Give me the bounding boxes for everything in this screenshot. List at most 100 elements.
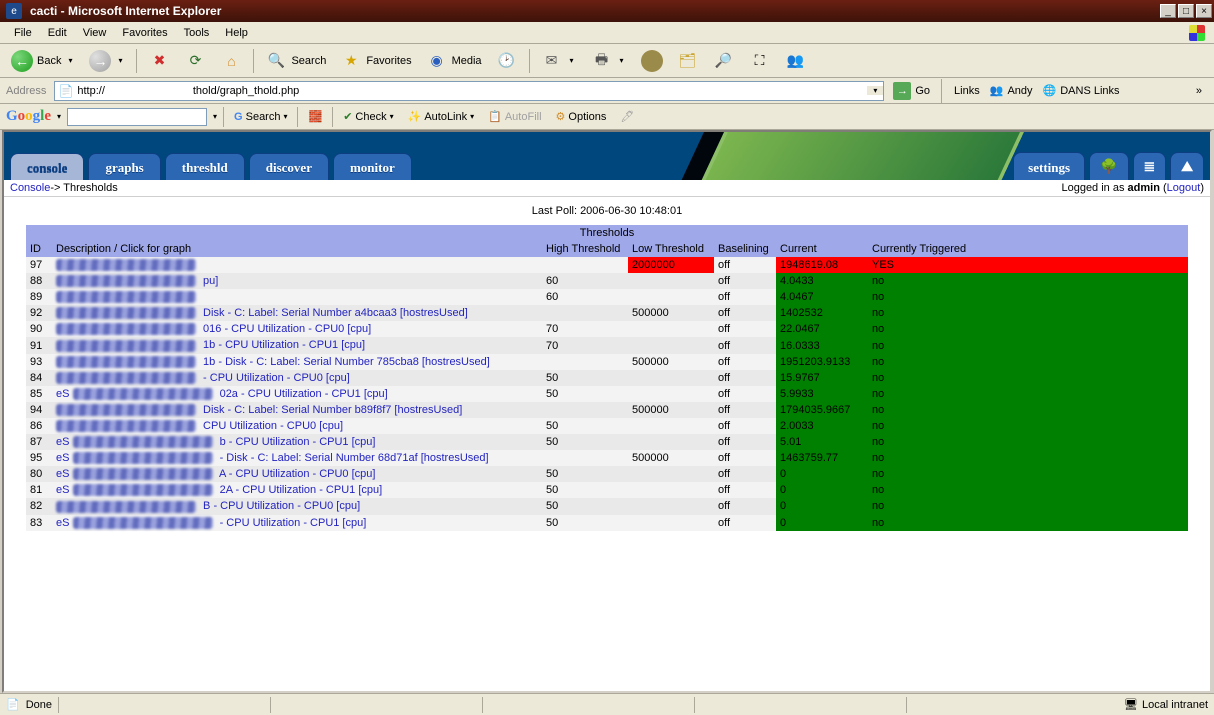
row-link[interactable]: 1b - CPU Utilization - CPU1 [cpu]	[56, 339, 365, 351]
chevron-down-icon[interactable]: ▾	[390, 112, 394, 121]
chevron-down-icon[interactable]: ▾	[283, 112, 287, 121]
mail-dropdown-icon[interactable]: ▾	[567, 56, 577, 65]
link-andy[interactable]: 👥Andy	[990, 84, 1033, 97]
history-button[interactable]: 🕑	[491, 48, 523, 74]
research-button[interactable]: 🔎	[708, 48, 740, 74]
go-button[interactable]: → Go	[888, 81, 935, 101]
row-link[interactable]: 1b - Disk - C: Label: Serial Number 785c…	[56, 356, 490, 368]
row-link[interactable]: eS - CPU Utilization - CPU1 [cpu]	[56, 517, 366, 529]
security-zone[interactable]: 🖥 Local intranet	[1124, 698, 1208, 711]
maximize-button[interactable]: □	[1178, 4, 1194, 18]
google-blocker-button[interactable]: 🧱	[304, 107, 326, 127]
cell-current: 15.9767	[776, 370, 868, 386]
minimize-button[interactable]: _	[1160, 4, 1176, 18]
links-more-icon[interactable]: »	[1190, 85, 1208, 97]
tab-tree-icon[interactable]: 🌳	[1089, 152, 1128, 180]
menu-file[interactable]: File	[6, 25, 40, 41]
row-link[interactable]: 016 - CPU Utilization - CPU0 [cpu]	[56, 323, 371, 335]
google-autolink-button[interactable]: ✨AutoLink▾	[404, 107, 479, 127]
menu-view[interactable]: View	[75, 25, 115, 41]
row-link[interactable]: eS 2A - CPU Utilization - CPU1 [cpu]	[56, 484, 382, 496]
col-trig[interactable]: Currently Triggered	[868, 241, 1188, 257]
tab-graphs[interactable]: graphs	[88, 153, 160, 180]
google-highlight-button[interactable]: 🖊	[616, 107, 638, 127]
google-options-button[interactable]: ⚙Options	[552, 107, 611, 127]
row-link[interactable]: - CPU Utilization - CPU0 [cpu]	[56, 372, 350, 384]
menu-help[interactable]: Help	[217, 25, 256, 41]
google-menu-dropdown-icon[interactable]: ▾	[57, 112, 61, 121]
print-button[interactable]: 🖶▾	[586, 48, 632, 74]
menu-favorites[interactable]: Favorites	[114, 25, 175, 41]
row-link[interactable]: eS A - CPU Utilization - CPU0 [cpu]	[56, 468, 375, 480]
cell-desc: 1b - CPU Utilization - CPU1 [cpu]	[52, 337, 542, 353]
link-dans[interactable]: 🌐DANS Links	[1043, 84, 1120, 97]
row-link[interactable]: CPU Utilization - CPU0 [cpu]	[56, 420, 343, 432]
tab-preview-icon[interactable]: ⛰	[1170, 152, 1204, 180]
stop-button[interactable]: ✖	[143, 48, 175, 74]
row-link[interactable]	[56, 259, 200, 271]
google-search-button[interactable]: GSearch▾	[230, 107, 291, 127]
cell-triggered: no	[868, 273, 1188, 289]
col-id[interactable]: ID	[26, 241, 52, 257]
tab-discover[interactable]: discover	[249, 153, 329, 180]
home-button[interactable]: ⌂	[215, 48, 247, 74]
col-cur[interactable]: Current	[776, 241, 868, 257]
row-link[interactable]: B - CPU Utilization - CPU0 [cpu]	[56, 500, 360, 512]
messenger-button[interactable]: 👥	[780, 48, 812, 74]
browser-viewport[interactable]: console graphs threshld discover monitor…	[2, 130, 1212, 693]
back-dropdown-icon[interactable]: ▾	[65, 56, 75, 65]
mail-icon: ✉	[541, 50, 563, 72]
media-button[interactable]: ◉Media	[421, 48, 487, 74]
row-link[interactable]: Disk - C: Label: Serial Number a4bcaa3 […	[56, 307, 468, 319]
google-logo[interactable]: Google	[6, 108, 51, 125]
redacted-text	[73, 452, 213, 464]
cell-desc: eS b - CPU Utilization - CPU1 [cpu]	[52, 434, 542, 450]
breadcrumb-console-link[interactable]: Console	[10, 182, 50, 194]
tab-list-icon[interactable]: ≣	[1133, 152, 1167, 180]
edit-button[interactable]	[636, 48, 668, 74]
favorites-button[interactable]: ★Favorites	[335, 48, 416, 74]
discuss-button[interactable]: 🗂	[672, 48, 704, 74]
menu-tools[interactable]: Tools	[176, 25, 218, 41]
tab-console[interactable]: console	[10, 153, 84, 180]
address-dropdown-icon[interactable]: ▾	[867, 86, 883, 95]
tab-threshld[interactable]: threshld	[165, 153, 245, 180]
search-label: Search	[291, 55, 326, 67]
browser-toolbar: ← Back ▾ → ▾ ✖ ⟳ ⌂ 🔍Search ★Favorites ◉M…	[0, 44, 1214, 78]
row-link[interactable]: eS b - CPU Utilization - CPU1 [cpu]	[56, 436, 375, 448]
col-bl[interactable]: Baselining	[714, 241, 776, 257]
redacted-text	[56, 259, 196, 271]
breadcrumb-rest: -> Thresholds	[50, 182, 117, 194]
address-box[interactable]: 📄 ▾	[54, 81, 884, 101]
google-check-button[interactable]: ✔Check▾	[339, 107, 397, 127]
google-autofill-button[interactable]: 📋AutoFill	[484, 107, 545, 127]
menu-edit[interactable]: Edit	[40, 25, 75, 41]
address-input[interactable]	[77, 83, 867, 99]
row-link[interactable]: Disk - C: Label: Serial Number b89f8f7 […	[56, 404, 462, 416]
col-lo[interactable]: Low Threshold	[628, 241, 714, 257]
col-hi[interactable]: High Threshold	[542, 241, 628, 257]
cell-high: 60	[542, 289, 628, 305]
google-search-input[interactable]	[67, 108, 207, 126]
row-link[interactable]: pu]	[56, 275, 218, 287]
row-link[interactable]	[56, 291, 200, 303]
row-link[interactable]: eS - Disk - C: Label: Serial Number 68d7…	[56, 452, 489, 464]
back-button[interactable]: ← Back ▾	[6, 48, 80, 74]
chevron-down-icon[interactable]: ▾	[470, 112, 474, 121]
close-button[interactable]: ×	[1196, 4, 1212, 18]
row-link[interactable]: eS 02a - CPU Utilization - CPU1 [cpu]	[56, 388, 388, 400]
forward-button[interactable]: → ▾	[84, 48, 130, 74]
tab-settings[interactable]: settings	[1013, 152, 1085, 180]
search-button[interactable]: 🔍Search	[260, 48, 331, 74]
logout-link[interactable]: Logout	[1167, 182, 1201, 194]
print-dropdown-icon[interactable]: ▾	[617, 56, 627, 65]
forward-dropdown-icon[interactable]: ▾	[115, 56, 125, 65]
mail-button[interactable]: ✉▾	[536, 48, 582, 74]
tab-monitor[interactable]: monitor	[333, 153, 412, 180]
refresh-button[interactable]: ⟳	[179, 48, 211, 74]
cell-desc: eS 2A - CPU Utilization - CPU1 [cpu]	[52, 482, 542, 498]
fullscreen-button[interactable]: ⛶	[744, 48, 776, 74]
page-body: console graphs threshld discover monitor…	[4, 132, 1210, 691]
google-search-dropdown-icon[interactable]: ▾	[213, 112, 217, 121]
col-desc[interactable]: Description / Click for graph	[52, 241, 542, 257]
